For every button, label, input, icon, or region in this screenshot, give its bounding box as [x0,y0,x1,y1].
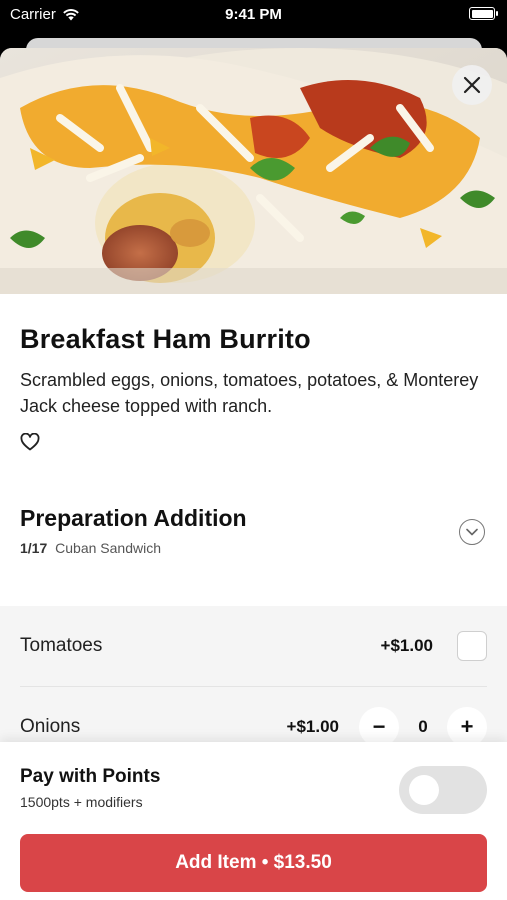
item-photo [0,48,507,294]
chevron-down-icon [466,528,478,536]
order-footer: Pay with Points 1500pts + modifiers Add … [0,742,507,900]
preparation-section[interactable]: Preparation Addition 1/17 Cuban Sandwich [0,505,507,593]
option-name: Tomatoes [20,635,103,656]
pay-with-points: Pay with Points 1500pts + modifiers [0,742,507,830]
option-row-tomatoes[interactable]: Tomatoes +$1.00 [20,606,487,686]
increment-button[interactable]: + [447,706,487,747]
preparation-count: 1/17 [20,540,48,556]
decrement-button[interactable]: − [359,706,399,747]
expand-button[interactable] [459,519,485,545]
points-toggle[interactable] [399,766,487,814]
item-description: Scrambled eggs, onions, tomatoes, potato… [20,370,479,416]
add-item-button[interactable]: Add Item • $13.50 [20,834,487,892]
battery-icon [469,7,498,20]
heart-icon [20,432,40,451]
quantity-stepper: − 0 + [359,706,487,747]
option-price: +$1.00 [286,716,339,736]
item-title: Breakfast Ham Burrito [20,324,311,354]
item-info: Breakfast Ham Burrito Scrambled eggs, on… [0,294,507,453]
option-name: Onions [20,715,81,737]
close-icon [463,76,481,94]
quantity-value: 0 [418,716,428,736]
status-bar: Carrier 9:41 PM [0,0,507,30]
favorite-button[interactable] [20,432,42,453]
toggle-knob [409,775,439,805]
option-checkbox[interactable] [457,631,487,661]
item-detail-sheet: Breakfast Ham Burrito Scrambled eggs, on… [0,48,507,900]
preparation-selected: Cuban Sandwich [55,540,161,556]
preparation-title: Preparation Addition [20,505,247,531]
close-button[interactable] [452,65,492,105]
screen: Carrier 9:41 PM Breakfast Ham Burrito Sc… [0,0,507,900]
status-time: 9:41 PM [225,6,282,23]
preparation-subtitle: 1/17 Cuban Sandwich [20,540,487,556]
option-price: +$1.00 [380,636,433,655]
